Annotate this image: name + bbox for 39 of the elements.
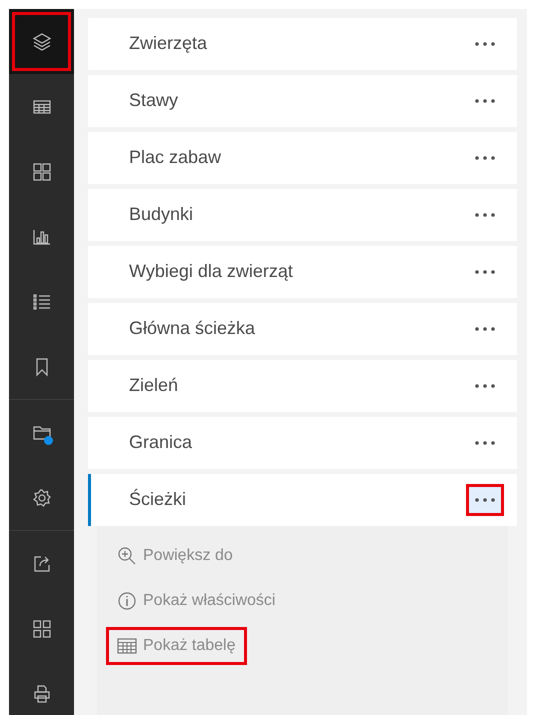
gear-icon bbox=[32, 488, 52, 508]
layer-name: Budynki bbox=[129, 204, 194, 226]
ellipsis-icon bbox=[474, 40, 496, 47]
layer-item[interactable]: Wybiegi dla zwierząt bbox=[88, 246, 517, 298]
sidebar-button[interactable] bbox=[9, 9, 74, 74]
layer-item[interactable]: Główna ścieżka bbox=[88, 302, 517, 355]
ellipsis-icon bbox=[474, 268, 496, 275]
layer-name: Granica bbox=[129, 432, 192, 454]
ellipsis-icon bbox=[474, 440, 496, 446]
gallery-icon bbox=[32, 162, 52, 182]
layers-icon bbox=[32, 32, 52, 52]
list-icon bbox=[32, 292, 52, 312]
info-icon bbox=[117, 590, 137, 611]
layer-name: Stawy bbox=[129, 90, 178, 112]
table-icon bbox=[117, 636, 137, 656]
layer-item[interactable]: Plac zabaw bbox=[88, 132, 517, 184]
layer-item[interactable]: Zieleń bbox=[88, 360, 517, 412]
ellipsis-icon bbox=[474, 496, 496, 503]
ellipsis-icon bbox=[474, 212, 496, 218]
layer-name: Wybiegi dla zwierząt bbox=[129, 261, 293, 282]
ellipsis-icon bbox=[474, 326, 496, 332]
layer-name: Zieleń bbox=[129, 375, 178, 396]
apps-icon bbox=[32, 618, 52, 638]
printer-icon bbox=[32, 684, 52, 704]
layer-item[interactable]: Stawy bbox=[88, 74, 517, 127]
ellipsis-icon bbox=[474, 98, 496, 104]
layer-name: Plac zabaw bbox=[129, 147, 222, 168]
layer-item[interactable]: Budynki bbox=[88, 188, 517, 241]
ellipsis-icon bbox=[474, 382, 496, 389]
ellipsis-icon bbox=[474, 154, 496, 161]
layer-item[interactable]: Granica bbox=[88, 416, 517, 469]
layer-name: Ścieżki bbox=[129, 489, 186, 510]
share-icon bbox=[32, 554, 52, 574]
layer-item[interactable]: Zwierzęta bbox=[88, 18, 517, 70]
layer-name: Zwierzęta bbox=[129, 33, 208, 54]
more-options-button[interactable] bbox=[469, 486, 501, 513]
zoom-in-icon bbox=[117, 546, 137, 566]
layer-item[interactable]: Ścieżki bbox=[88, 474, 517, 526]
layer-name: Główna ścieżka bbox=[129, 318, 256, 340]
